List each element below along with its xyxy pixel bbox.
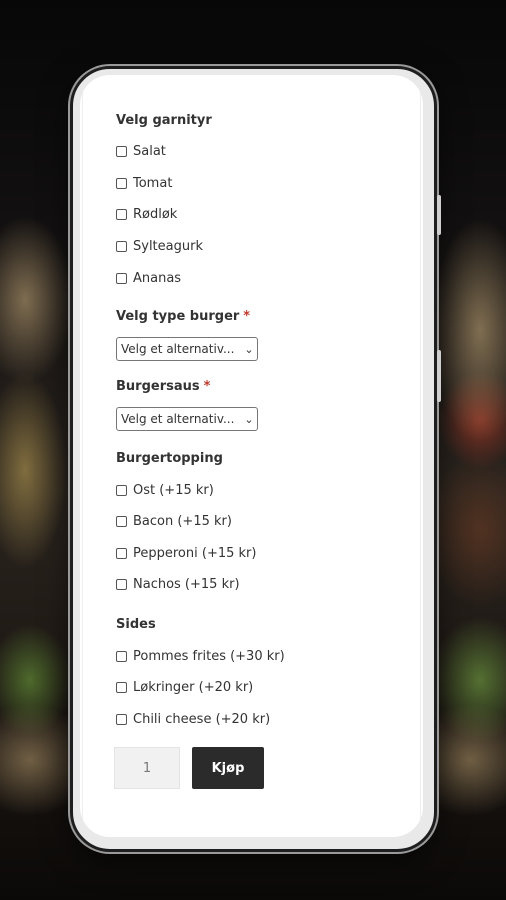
option-label: Løkringer (+20 kr)	[133, 680, 254, 695]
garnish-option-rodlok[interactable]: Rødløk	[116, 207, 177, 222]
phone-side-button	[437, 195, 441, 235]
checkbox[interactable]	[116, 273, 127, 284]
checkbox[interactable]	[116, 146, 127, 157]
topping-label: Burgertopping	[116, 451, 223, 466]
option-label: Bacon (+15 kr)	[133, 514, 232, 529]
checkbox[interactable]	[116, 714, 127, 725]
garnish-label: Velg garnityr	[116, 113, 212, 128]
required-marker: *	[243, 309, 251, 324]
burger-type-label-text: Velg type burger	[116, 309, 240, 324]
sides-option-pommes-frites[interactable]: Pommes frites (+30 kr)	[116, 649, 285, 664]
option-label: Sylteagurk	[133, 239, 203, 254]
burger-type-select[interactable]: Velg et alternativ... ⌄	[116, 337, 258, 361]
garnish-option-sylteagurk[interactable]: Sylteagurk	[116, 239, 203, 254]
topping-option-pepperoni[interactable]: Pepperoni (+15 kr)	[116, 546, 256, 561]
checkbox[interactable]	[116, 651, 127, 662]
option-label: Ost (+15 kr)	[133, 483, 214, 498]
sides-label: Sides	[116, 617, 156, 632]
sides-option-chili-cheese[interactable]: Chili cheese (+20 kr)	[116, 712, 270, 727]
option-label: Tomat	[133, 176, 173, 191]
option-label: Salat	[133, 144, 166, 159]
select-value: Velg et alternativ...	[121, 412, 235, 426]
option-label: Nachos (+15 kr)	[133, 577, 240, 592]
topping-option-bacon[interactable]: Bacon (+15 kr)	[116, 514, 232, 529]
checkbox[interactable]	[116, 485, 127, 496]
buy-button[interactable]: Kjøp	[192, 747, 264, 789]
sauce-select[interactable]: Velg et alternativ... ⌄	[116, 407, 258, 431]
phone-screen: Velg garnityr Salat Tomat Rødløk Sylteag…	[80, 75, 423, 837]
option-label: Pepperoni (+15 kr)	[133, 546, 257, 561]
screen-edge-line	[82, 75, 83, 837]
chevron-down-icon: ⌄	[244, 412, 254, 426]
checkbox[interactable]	[116, 516, 127, 527]
screen-edge-line	[420, 75, 421, 837]
topping-option-nachos[interactable]: Nachos (+15 kr)	[116, 577, 240, 592]
phone-volume-button	[437, 350, 441, 402]
burger-type-label: Velg type burger *	[116, 309, 250, 324]
select-value: Velg et alternativ...	[121, 342, 235, 356]
checkbox[interactable]	[116, 209, 127, 220]
sides-option-lokringer[interactable]: Løkringer (+20 kr)	[116, 680, 253, 695]
checkbox[interactable]	[116, 241, 127, 252]
quantity-input[interactable]: 1	[114, 747, 180, 789]
sauce-label: Burgersaus *	[116, 379, 210, 394]
option-label: Chili cheese (+20 kr)	[133, 712, 271, 727]
required-marker: *	[203, 379, 211, 394]
topping-option-ost[interactable]: Ost (+15 kr)	[116, 483, 214, 498]
option-label: Ananas	[133, 271, 182, 286]
checkbox[interactable]	[116, 682, 127, 693]
checkbox[interactable]	[116, 548, 127, 559]
sauce-label-text: Burgersaus	[116, 379, 200, 394]
garnish-option-tomat[interactable]: Tomat	[116, 176, 172, 191]
garnish-option-ananas[interactable]: Ananas	[116, 271, 181, 286]
checkbox[interactable]	[116, 178, 127, 189]
option-label: Pommes frites (+30 kr)	[133, 649, 285, 664]
chevron-down-icon: ⌄	[244, 342, 254, 356]
checkbox[interactable]	[116, 579, 127, 590]
garnish-option-salat[interactable]: Salat	[116, 144, 166, 159]
option-label: Rødløk	[133, 207, 178, 222]
